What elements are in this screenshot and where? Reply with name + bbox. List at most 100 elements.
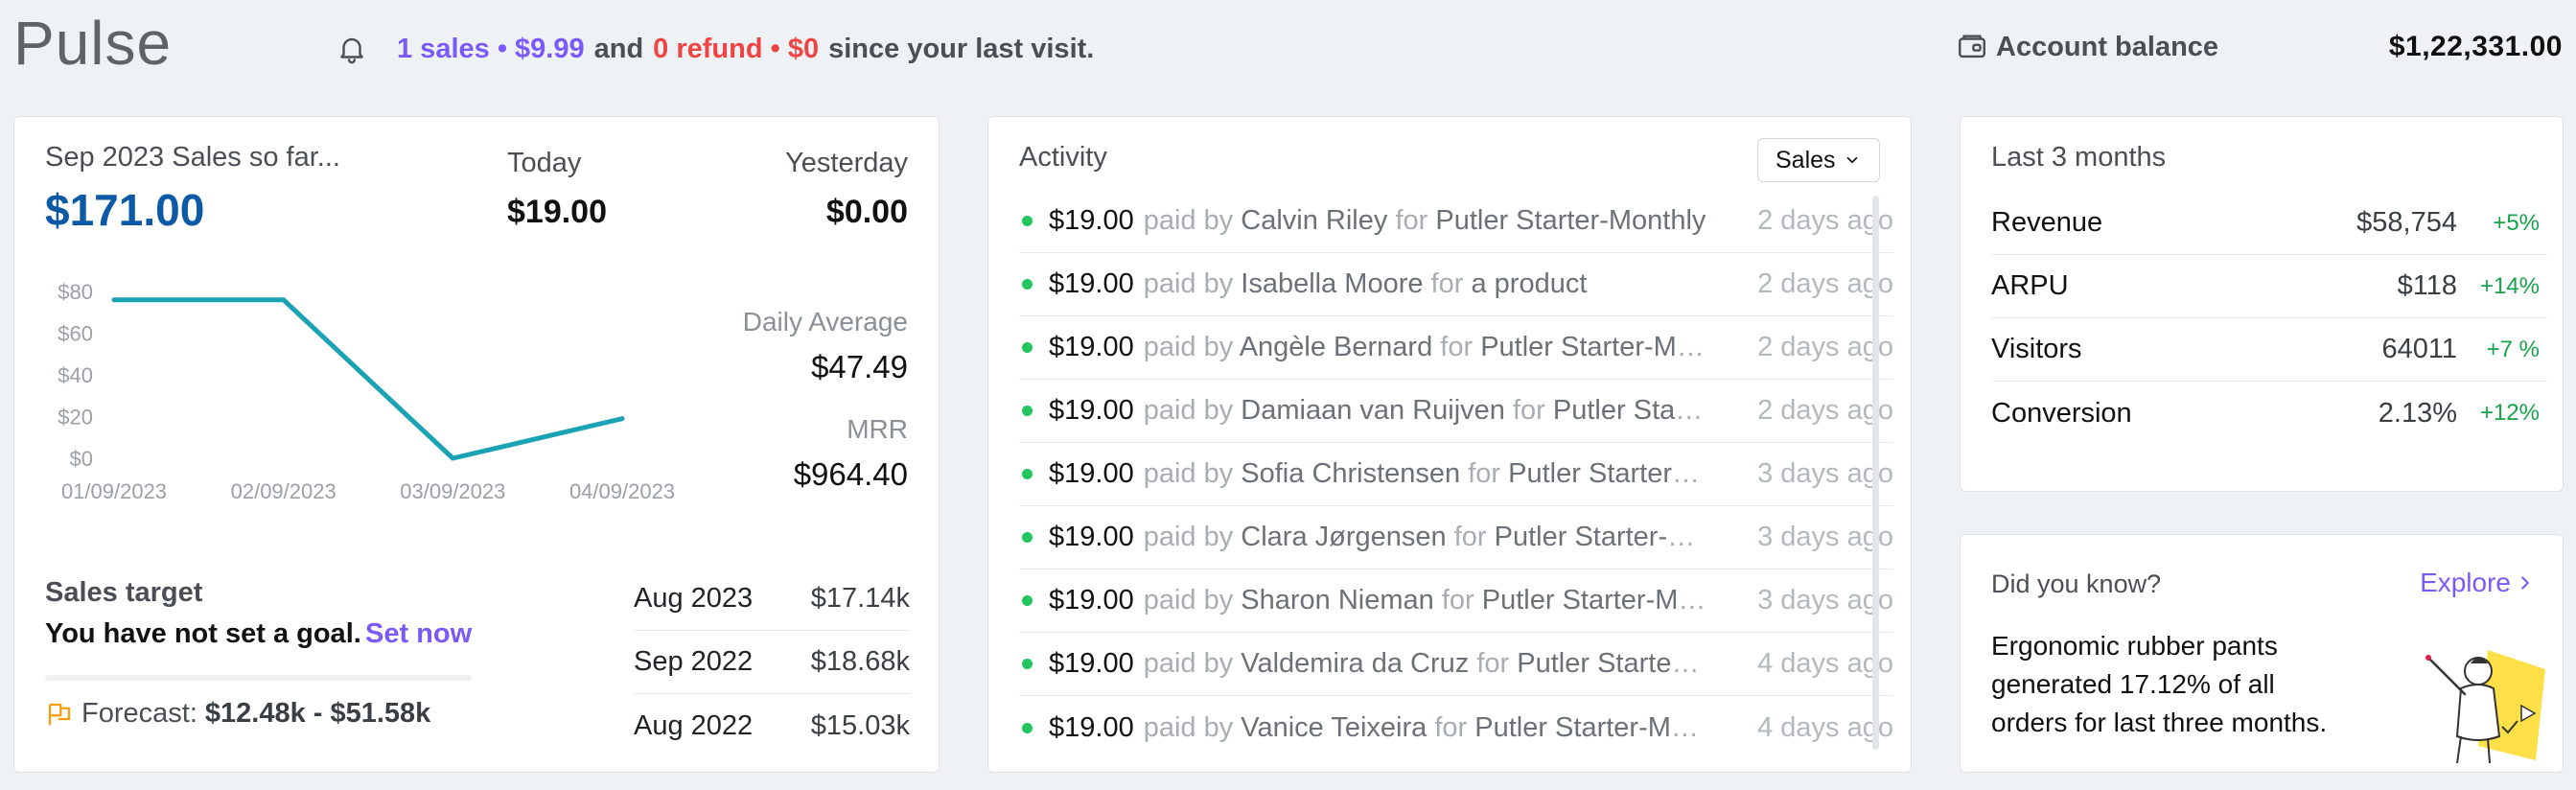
y-tick-label: $0 xyxy=(70,447,93,471)
activity-amount: $19.00 xyxy=(1049,522,1134,552)
activity-customer[interactable]: Isabella Moore xyxy=(1241,268,1423,299)
activity-product[interactable]: Putler Starter-Monthly xyxy=(1435,205,1706,236)
today-label: Today xyxy=(507,148,582,178)
sales-target-text: You have not set a goal. xyxy=(45,618,361,649)
header: Pulse 1 sales • $9.99 and 0 refund • $0 … xyxy=(0,0,2576,105)
activity-for: for xyxy=(1468,458,1501,489)
activity-row[interactable]: $19.00 paid by Sofia Christensen for Putl… xyxy=(1019,443,1893,506)
new-sales-link[interactable]: 1 sales • $9.99 xyxy=(397,34,585,65)
activity-filter-select[interactable]: Sales xyxy=(1757,138,1880,182)
activity-product[interactable]: Putler Starter-Monthly xyxy=(1508,458,1707,489)
activity-row[interactable]: $19.00 paid by Damiaan van Ruijven for Pu… xyxy=(1019,380,1893,443)
history-row: Aug 2022 $15.03k xyxy=(634,694,910,757)
activity-customer[interactable]: Sharon Nieman xyxy=(1241,585,1434,616)
activity-for: for xyxy=(1476,648,1510,679)
forecast-value: $12.48k - $51.58k xyxy=(204,698,431,729)
metric-change: +5% xyxy=(2493,209,2540,236)
dyk-line: orders for last three months. xyxy=(1991,708,2328,737)
activity-customer[interactable]: Damiaan van Ruijven xyxy=(1241,395,1505,426)
chevron-right-icon xyxy=(2521,576,2529,590)
activity-scrollbar[interactable] xyxy=(1872,196,1879,750)
sales-target-progress xyxy=(45,675,472,681)
activity-card: Activity Sales $19.00 paid by Calvin Rile… xyxy=(987,116,1912,773)
activity-amount: $19.00 xyxy=(1049,395,1134,426)
y-tick-label: $80 xyxy=(58,280,93,304)
wallet-icon xyxy=(1959,35,1985,58)
metric-row-revenue: Revenue $58,754 +5% xyxy=(1991,192,2547,255)
activity-amount: $19.00 xyxy=(1049,648,1134,679)
activity-paid-by: paid by xyxy=(1143,711,1234,743)
metric-value: 2.13% xyxy=(2378,397,2457,429)
sales-data-point[interactable] xyxy=(111,297,117,303)
activity-for: for xyxy=(1434,711,1468,743)
activity-row[interactable]: $19.00 paid by Calvin Riley for Putler St… xyxy=(1019,190,1893,253)
activity-customer[interactable]: Angèle Bernard xyxy=(1240,332,1433,362)
history-row: Aug 2023 $17.14k xyxy=(634,568,910,631)
history-period: Aug 2023 xyxy=(634,583,754,614)
activity-paid-by: paid by xyxy=(1143,268,1234,299)
activity-amount: $19.00 xyxy=(1049,711,1134,743)
activity-product[interactable]: Putler Starter-Monthly xyxy=(1517,648,1706,679)
sales-data-point[interactable] xyxy=(281,297,287,303)
metric-row-conversion: Conversion 2.13% +12% xyxy=(1991,382,2547,445)
activity-product[interactable]: Putler Starter-Monthly xyxy=(1480,332,1707,362)
activity-title: Activity xyxy=(1019,142,1107,173)
set-goal-link[interactable]: Set now xyxy=(365,618,472,650)
status-dot-icon xyxy=(1022,595,1033,606)
activity-customer[interactable]: Sofia Christensen xyxy=(1241,458,1460,489)
activity-for: for xyxy=(1395,205,1428,236)
mrr-value: $964.40 xyxy=(793,456,908,492)
activity-row[interactable]: $19.00 paid by Vanice Teixeira for Putler… xyxy=(1019,696,1893,759)
activity-amount: $19.00 xyxy=(1049,585,1134,616)
activity-row[interactable]: $19.00 paid by Isabella Moore for a produ… xyxy=(1019,253,1893,316)
activity-description: paid by Sofia Christensen for Putler Sta… xyxy=(1144,458,1707,490)
history-value: $15.03k xyxy=(810,709,910,741)
activity-description: paid by Clara Jørgensen for Putler Start… xyxy=(1144,522,1707,553)
activity-for: for xyxy=(1453,522,1487,552)
new-refunds-link[interactable]: 0 refund • $0 xyxy=(653,34,819,65)
activity-product[interactable]: a product xyxy=(1471,268,1587,299)
metric-name: Conversion xyxy=(1991,397,2132,429)
forecast-label: Forecast: xyxy=(81,698,197,729)
x-tick-label: 03/09/2023 xyxy=(400,479,505,503)
x-tick-label: 01/09/2023 xyxy=(61,479,167,503)
activity-customer[interactable]: Vanice Teixeira xyxy=(1241,712,1427,743)
last-3-months-card: Last 3 months Revenue $58,754 +5% ARPU $… xyxy=(1960,116,2564,492)
activity-row[interactable]: $19.00 paid by Angèle Bernard for Putler … xyxy=(1019,316,1893,380)
status-dot-icon xyxy=(1022,279,1033,290)
sales-title: Sep 2023 Sales so far... xyxy=(45,142,340,173)
activity-row[interactable]: $19.00 paid by Valdemira da Cruz for Putl… xyxy=(1019,633,1893,696)
activity-product[interactable]: Putler Starter-Monthly xyxy=(1482,585,1707,616)
today-value: $19.00 xyxy=(507,194,607,230)
status-dot-icon xyxy=(1022,659,1033,669)
sales-data-point[interactable] xyxy=(619,416,625,422)
explore-link[interactable]: Explore xyxy=(2420,568,2536,598)
metric-name: Revenue xyxy=(1991,207,2103,238)
activity-customer[interactable]: Clara Jørgensen xyxy=(1241,522,1446,552)
activity-customer[interactable]: Valdemira da Cruz xyxy=(1241,648,1469,679)
sales-total: $171.00 xyxy=(45,185,205,235)
sales-card: Sep 2023 Sales so far... $171.00 Today $… xyxy=(13,116,940,773)
activity-filter-value: Sales xyxy=(1775,146,1836,174)
sales-history: Aug 2023 $17.14k Sep 2022 $18.68k Aug 20… xyxy=(634,568,910,757)
dyk-text: Ergonomic rubber pants generated 17.12% … xyxy=(1991,627,2327,742)
activity-row[interactable]: $19.00 paid by Clara Jørgensen for Putler… xyxy=(1019,506,1893,569)
metric-value: 64011 xyxy=(2381,334,2458,364)
activity-product[interactable]: Putler Starter-Monthly xyxy=(1474,712,1706,743)
sales-data-point[interactable] xyxy=(450,455,455,461)
sales-series-line xyxy=(114,297,623,461)
activity-description: paid by Angèle Bernard for Putler Starte… xyxy=(1144,332,1707,363)
forecast: Forecast: $12.48k - $51.58k xyxy=(45,698,430,730)
activity-amount: $19.00 xyxy=(1049,205,1134,236)
x-tick-label: 04/09/2023 xyxy=(569,479,675,503)
status-dot-icon xyxy=(1022,406,1033,416)
activity-product[interactable]: Putler Starter-Monthly xyxy=(1553,395,1707,426)
status-dot-icon xyxy=(1022,469,1033,479)
activity-product[interactable]: Putler Starter-Monthly xyxy=(1495,522,1707,552)
activity-customer[interactable]: Calvin Riley xyxy=(1241,205,1387,236)
y-tick-label: $20 xyxy=(58,406,93,430)
activity-row[interactable]: $19.00 paid by Sharon Nieman for Putler S… xyxy=(1019,569,1893,633)
metric-name: Visitors xyxy=(1991,334,2082,364)
metric-row-visitors: Visitors 64011 +7 % xyxy=(1991,318,2547,382)
activity-amount: $19.00 xyxy=(1049,268,1134,299)
